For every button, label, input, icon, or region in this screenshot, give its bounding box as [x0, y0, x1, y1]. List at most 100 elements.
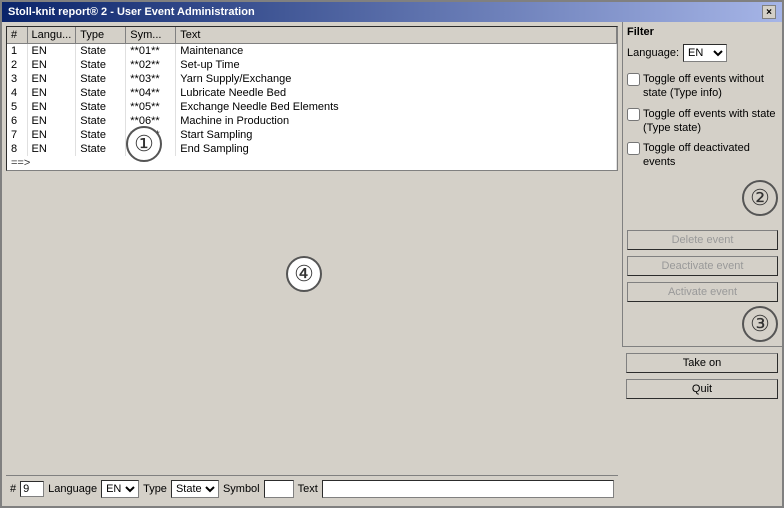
table-cell-type: State: [76, 58, 126, 72]
table-cell-text: Start Sampling: [176, 128, 617, 142]
table-cell-symbol: **01**: [126, 44, 176, 59]
table-cell-text: Maintenance: [176, 44, 617, 59]
col-header-num: #: [7, 27, 27, 44]
toggle1-row: Toggle off events without state (Type in…: [627, 72, 778, 101]
table-row[interactable]: 3ENState**03**Yarn Supply/Exchange: [7, 72, 617, 86]
language-select-bottom[interactable]: ENDEFR: [101, 480, 139, 498]
table-cell-text: Set-up Time: [176, 58, 617, 72]
window-title: Stoll-knit report® 2 - User Event Admini…: [8, 6, 255, 18]
table-cell-text: End Sampling: [176, 142, 617, 156]
table-row[interactable]: 4ENState**04**Lubricate Needle Bed: [7, 86, 617, 100]
table-cell-text: Exchange Needle Bed Elements: [176, 100, 617, 114]
toggle1-checkbox[interactable]: [627, 73, 640, 86]
delete-event-button[interactable]: Delete event: [627, 230, 778, 250]
table-cell-num: 4: [7, 86, 27, 100]
main-window: Stoll-knit report® 2 - User Event Admini…: [0, 0, 784, 508]
table-wrapper: # Langu... Type Sym... Text 1ENState**01…: [6, 26, 618, 475]
content-area: # Langu... Type Sym... Text 1ENState**01…: [2, 22, 782, 506]
table-body: 1ENState**01**Maintenance2ENState**02**S…: [7, 44, 617, 171]
table-cell-num: 7: [7, 128, 27, 142]
toggle3-checkbox[interactable]: [627, 142, 640, 155]
table-cell-lang: EN: [27, 128, 76, 142]
col-header-type: Type: [76, 27, 126, 44]
symbol-input[interactable]: [264, 480, 294, 498]
table-cell-type: State: [76, 114, 126, 128]
table-row[interactable]: 7ENState**07**Start Sampling: [7, 128, 617, 142]
table-cell-text: Machine in Production: [176, 114, 617, 128]
quit-button[interactable]: Quit: [626, 379, 778, 399]
table-cell-type: State: [76, 128, 126, 142]
table-cell-type: State: [76, 142, 126, 156]
language-label: Language:: [627, 47, 679, 59]
toggle2-row: Toggle off events with state (Type state…: [627, 107, 778, 136]
table-row[interactable]: 8ENState**08**End Sampling: [7, 142, 617, 156]
table-cell-num: 1: [7, 44, 27, 59]
col-header-lang: Langu...: [27, 27, 76, 44]
text-input[interactable]: [322, 480, 614, 498]
circle-3-label: ③: [742, 306, 778, 342]
take-on-button[interactable]: Take on: [626, 353, 778, 373]
table-cell-type: State: [76, 100, 126, 114]
table-cell-type: State: [76, 44, 126, 59]
toggle2-label: Toggle off events with state (Type state…: [643, 107, 778, 136]
table-row[interactable]: 5ENState**05**Exchange Needle Bed Elemen…: [7, 100, 617, 114]
language-select[interactable]: ENDEFR: [683, 44, 727, 62]
table-cell-symbol: **03**: [126, 72, 176, 86]
text-label: Text: [298, 483, 318, 495]
bottom-bar: # Language ENDEFR Type StateInfo Symbol …: [6, 475, 618, 502]
table-cell-num: 3: [7, 72, 27, 86]
table-cell-symbol: **04**: [126, 86, 176, 100]
deactivate-event-button[interactable]: Deactivate event: [627, 256, 778, 276]
close-button[interactable]: ×: [762, 5, 776, 19]
event-table: # Langu... Type Sym... Text 1ENState**01…: [7, 27, 617, 170]
table-cell-lang: EN: [27, 58, 76, 72]
num-input[interactable]: [20, 481, 44, 497]
table-cell-num: 8: [7, 142, 27, 156]
type-select-bottom[interactable]: StateInfo: [171, 480, 219, 498]
type-label: Type: [143, 483, 167, 495]
table-cell-lang: EN: [27, 44, 76, 59]
table-cell-num: 5: [7, 100, 27, 114]
table-row[interactable]: 2ENState**02**Set-up Time: [7, 58, 617, 72]
table-cell-type: State: [76, 86, 126, 100]
toggle2-checkbox[interactable]: [627, 108, 640, 121]
symbol-label: Symbol: [223, 483, 260, 495]
table-cell-symbol: **06**: [126, 114, 176, 128]
toggle3-label: Toggle off deactivated events: [643, 141, 778, 170]
arrow-row: ==>: [7, 156, 617, 170]
table-cell-type: State: [76, 72, 126, 86]
table-cell-symbol: **02**: [126, 58, 176, 72]
table-cell-text: Yarn Supply/Exchange: [176, 72, 617, 86]
table-cell-num: 6: [7, 114, 27, 128]
table-cell-symbol: **07**: [126, 128, 176, 142]
table-cell-lang: EN: [27, 114, 76, 128]
circle-2-label: ②: [742, 180, 778, 216]
col-header-text: Text: [176, 27, 617, 44]
filter-label: Filter: [627, 26, 778, 38]
sidebar-buttons: Delete event Deactivate event Activate e…: [627, 228, 778, 342]
table-cell-lang: EN: [27, 142, 76, 156]
table-cell-lang: EN: [27, 100, 76, 114]
activate-event-button[interactable]: Activate event: [627, 282, 778, 302]
language-row: Language: ENDEFR: [627, 44, 778, 62]
arrow-indicator: ==>: [7, 156, 617, 170]
sidebar: Filter Language: ENDEFR Toggle off event…: [622, 22, 782, 346]
lang-label: Language: [48, 483, 97, 495]
col-header-sym: Sym...: [126, 27, 176, 44]
toggle3-row: Toggle off deactivated events: [627, 141, 778, 170]
table-row[interactable]: 6ENState**06**Machine in Production: [7, 114, 617, 128]
table-cell-lang: EN: [27, 72, 76, 86]
event-table-container[interactable]: # Langu... Type Sym... Text 1ENState**01…: [6, 26, 618, 171]
circle-4-label: ④: [286, 256, 322, 292]
main-area: # Langu... Type Sym... Text 1ENState**01…: [2, 22, 622, 506]
table-row[interactable]: 1ENState**01**Maintenance: [7, 44, 617, 59]
num-label: #: [10, 483, 16, 495]
table-cell-symbol: **08**: [126, 142, 176, 156]
table-cell-text: Lubricate Needle Bed: [176, 86, 617, 100]
title-bar: Stoll-knit report® 2 - User Event Admini…: [2, 2, 782, 22]
table-cell-lang: EN: [27, 86, 76, 100]
table-cell-symbol: **05**: [126, 100, 176, 114]
sidebar-right: Filter Language: ENDEFR Toggle off event…: [622, 22, 782, 506]
toggle1-label: Toggle off events without state (Type in…: [643, 72, 778, 101]
bottom-buttons: Take on Quit: [622, 346, 782, 403]
